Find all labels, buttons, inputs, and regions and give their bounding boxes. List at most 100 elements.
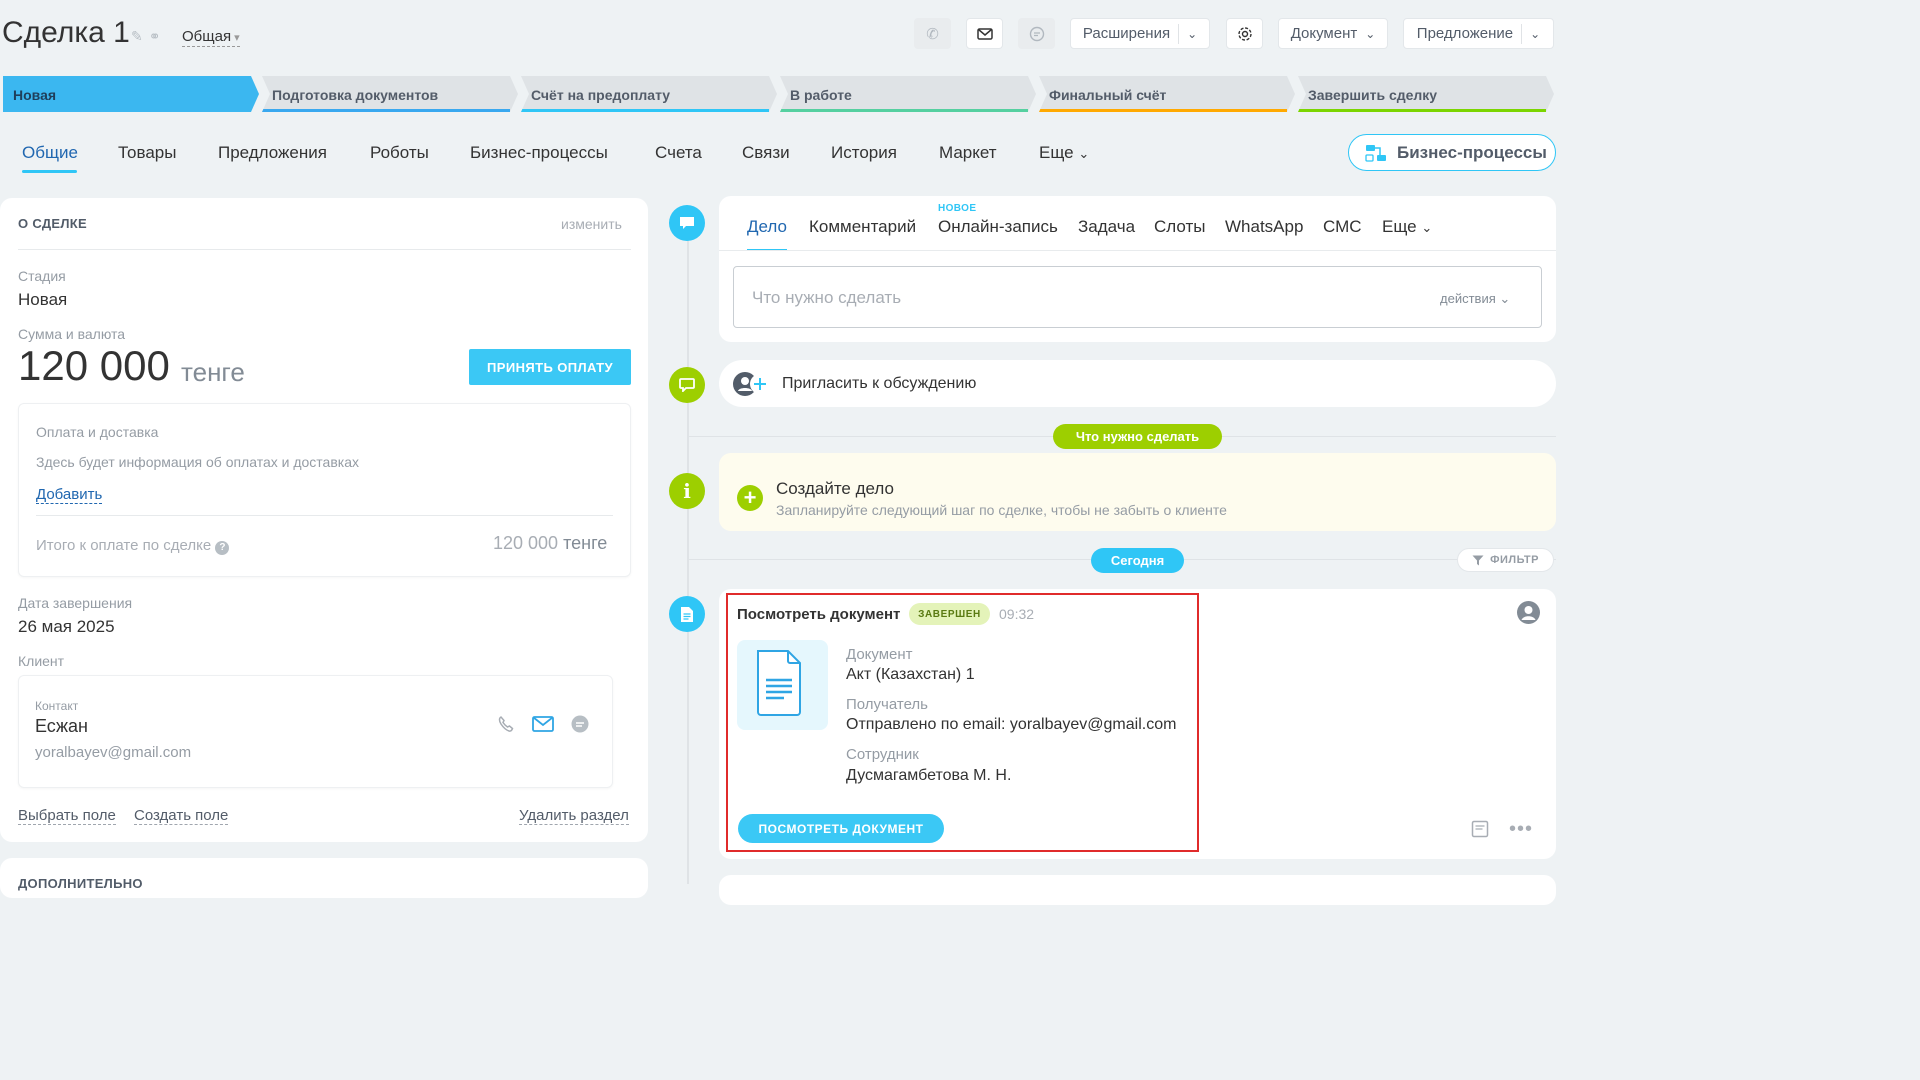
stage-color-bar xyxy=(1298,109,1546,112)
stage-field-value[interactable]: Новая xyxy=(18,290,67,310)
timeline-dot-activity xyxy=(669,205,705,241)
flow-icon xyxy=(1365,144,1387,162)
timeline-dot-discussion xyxy=(669,367,705,403)
phone-icon[interactable] xyxy=(496,714,516,734)
payment-info: Здесь будет информация об оплатах и дост… xyxy=(36,454,359,470)
chat-icon[interactable] xyxy=(570,714,590,734)
amount-value: 120 000 xyxy=(18,342,170,389)
tab-business-processes[interactable]: Бизнес-процессы xyxy=(470,143,608,163)
settings-button[interactable] xyxy=(1226,18,1263,49)
contact-email[interactable]: yoralbayev@gmail.com xyxy=(35,744,191,761)
chat-icon xyxy=(1029,26,1044,41)
divider xyxy=(36,515,613,516)
actions-label: действия xyxy=(1440,291,1496,306)
stage-final-invoice[interactable]: Финальный счёт xyxy=(1039,76,1295,112)
tab-market[interactable]: Маркет xyxy=(939,143,997,163)
composer-tab-slots[interactable]: Слоты xyxy=(1154,217,1205,237)
edit-section-link[interactable]: изменить xyxy=(561,216,622,232)
stage-close-deal[interactable]: Завершить сделку xyxy=(1298,76,1554,112)
call-button[interactable]: ✆ xyxy=(914,18,951,49)
category-selector[interactable]: Общая xyxy=(182,29,240,47)
today-pill: Сегодня xyxy=(1091,548,1184,573)
employee-label: Сотрудник xyxy=(846,746,919,763)
timeline-dot-document xyxy=(669,596,705,632)
note-icon[interactable] xyxy=(1471,820,1489,843)
status-badge: ЗАВЕРШЕН xyxy=(909,603,990,625)
total-label: Итого к оплате по сделке ? xyxy=(36,537,230,555)
divider xyxy=(1521,23,1523,44)
stage-bar: Новая Подготовка документов Счёт на пред… xyxy=(0,76,1568,114)
link-icon[interactable]: ⚭ xyxy=(149,28,167,44)
total-amount-value: 120 000 xyxy=(493,533,559,553)
stage-color-bar xyxy=(521,109,769,112)
document-button[interactable]: Документ ⌄ xyxy=(1278,18,1388,49)
composer-tab-deal[interactable]: Дело xyxy=(747,217,787,237)
email-button[interactable] xyxy=(966,18,1003,49)
total-currency: тенге xyxy=(563,533,608,553)
timeline-line xyxy=(687,224,689,884)
contact-name[interactable]: Есжан xyxy=(35,716,88,737)
contact-actions xyxy=(496,714,590,734)
stage-new[interactable]: Новая xyxy=(3,76,259,112)
accept-payment-button[interactable]: ПРИНЯТЬ ОПЛАТУ xyxy=(469,349,631,385)
document-label: Документ xyxy=(1290,25,1358,42)
doc-label: Документ xyxy=(846,646,913,663)
proposal-button[interactable]: Предложение ⌄ xyxy=(1403,18,1554,49)
total-amount: 120 000 тенге xyxy=(493,533,607,554)
stage-field-label: Стадия xyxy=(18,268,66,284)
filter-button[interactable]: ФИЛЬТР xyxy=(1457,548,1554,572)
tab-links[interactable]: Связи xyxy=(742,143,790,163)
chat-button[interactable] xyxy=(1018,18,1055,49)
tab-history[interactable]: История xyxy=(831,143,897,163)
more-actions-icon[interactable]: ••• xyxy=(1509,819,1533,839)
mail-icon[interactable] xyxy=(532,716,554,732)
stage-in-work[interactable]: В работе xyxy=(780,76,1036,112)
tab-proposals[interactable]: Предложения xyxy=(218,143,327,163)
doc-value[interactable]: Акт (Казахстан) 1 xyxy=(846,666,975,684)
composer-tab-task[interactable]: Задача xyxy=(1078,217,1135,237)
active-tab-indicator xyxy=(22,170,77,173)
composer-tab-sms[interactable]: СМС xyxy=(1323,217,1362,237)
tab-robots[interactable]: Роботы xyxy=(370,143,429,163)
info-icon: i xyxy=(669,473,705,509)
extensions-button[interactable]: Расширения ⌄ xyxy=(1070,18,1210,49)
tab-general[interactable]: Общие xyxy=(22,143,78,163)
select-field-link[interactable]: Выбрать поле xyxy=(18,807,116,825)
todo-actions-dropdown[interactable]: действия ⌄ xyxy=(1440,291,1510,307)
invite-user-icon xyxy=(732,370,772,398)
help-icon[interactable]: ? xyxy=(215,541,230,555)
composer-tab-whatsapp[interactable]: WhatsApp xyxy=(1225,217,1303,237)
add-activity-icon[interactable]: + xyxy=(737,485,763,511)
divider xyxy=(1178,23,1180,44)
business-processes-button[interactable]: Бизнес-процессы xyxy=(1348,134,1556,171)
currency-value: тенге xyxy=(181,357,245,387)
delete-section-link[interactable]: Удалить раздел xyxy=(519,807,629,825)
tab-products[interactable]: Товары xyxy=(118,143,176,163)
recipient-label: Получатель xyxy=(846,696,928,713)
document-thumbnail[interactable] xyxy=(737,640,828,730)
close-date-value[interactable]: 26 мая 2025 xyxy=(18,617,115,637)
tab-invoices[interactable]: Счета xyxy=(655,143,702,163)
next-event-card xyxy=(719,875,1556,905)
amount-field-label: Сумма и валюта xyxy=(18,326,126,342)
extensions-label: Расширения xyxy=(1082,25,1171,42)
employee-value[interactable]: Дусмагамбетова М. Н. xyxy=(846,767,1011,785)
pencil-icon[interactable]: ✎ xyxy=(131,28,149,44)
author-avatar-icon[interactable] xyxy=(1517,601,1540,624)
tab-more[interactable]: Еще ⌄ xyxy=(1039,143,1089,163)
stage-docs[interactable]: Подготовка документов xyxy=(262,76,518,112)
add-payment-link[interactable]: Добавить xyxy=(36,486,103,504)
composer-tab-online-booking[interactable]: Онлайн-запись xyxy=(938,217,1058,237)
chevron-down-icon: ⌄ xyxy=(1187,26,1198,41)
gear-icon xyxy=(1237,26,1252,41)
payment-title: Оплата и доставка xyxy=(36,424,159,440)
create-activity-title[interactable]: Создайте дело xyxy=(776,479,894,499)
view-document-button[interactable]: ПОСМОТРЕТЬ ДОКУМЕНТ xyxy=(738,814,944,843)
business-processes-label: Бизнес-процессы xyxy=(1397,142,1547,162)
composer-tab-more[interactable]: Еще ⌄ xyxy=(1382,217,1432,237)
create-field-link[interactable]: Создать поле xyxy=(134,807,229,825)
doc-event-title[interactable]: Посмотреть документ xyxy=(737,606,900,623)
stage-prepayment[interactable]: Счёт на предоплату xyxy=(521,76,777,112)
composer-tab-comment[interactable]: Комментарий xyxy=(809,217,916,237)
stage-color-bar xyxy=(262,109,510,112)
